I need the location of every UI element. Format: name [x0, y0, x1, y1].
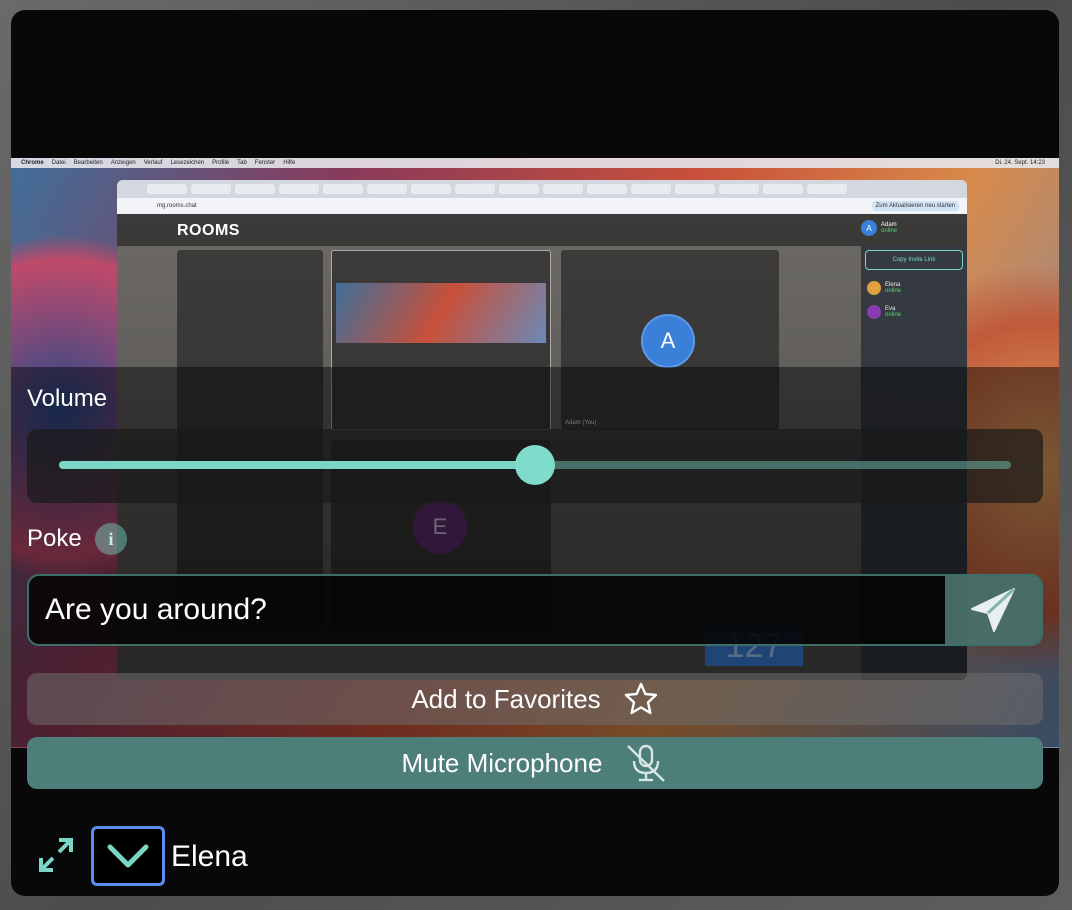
- volume-slider-thumb[interactable]: [515, 445, 555, 485]
- avatar: A: [641, 314, 695, 368]
- volume-slider[interactable]: [59, 445, 1011, 485]
- mute-microphone-button[interactable]: Mute Microphone: [27, 737, 1043, 789]
- microphone-off-icon: [627, 744, 666, 782]
- current-user: A Adam online: [860, 220, 897, 236]
- menubar-clock: Di. 24. Sept. 14:23: [995, 160, 1045, 166]
- menu-item: Anzeigen: [110, 160, 136, 166]
- url-text: mg.rooms.chat: [157, 203, 197, 209]
- nested-screen: [336, 283, 546, 343]
- add-to-favorites-button[interactable]: Add to Favorites: [27, 673, 1043, 725]
- mute-label: Mute Microphone: [401, 747, 603, 778]
- collapse-button[interactable]: [91, 826, 165, 886]
- send-button[interactable]: [945, 576, 1041, 644]
- menu-item: Lesezeichen: [170, 160, 205, 166]
- participant-status: online: [885, 288, 902, 294]
- browser-tabs: [117, 180, 967, 198]
- volume-control: [27, 429, 1043, 503]
- menu-item: Profile: [212, 160, 230, 166]
- menu-item: Hilfe: [283, 160, 296, 166]
- volume-slider-fill: [59, 461, 535, 469]
- participant-status: online: [885, 312, 902, 318]
- poke-label: Poke: [27, 525, 82, 552]
- current-user-status: online: [880, 228, 897, 234]
- avatar: A: [860, 220, 877, 236]
- copy-invite-button: Copy Invite Link: [865, 250, 963, 270]
- paper-plane-icon: [971, 587, 1016, 632]
- participant-item: Elena online: [867, 278, 957, 298]
- avatar: [867, 305, 881, 319]
- menu-item: Chrome: [21, 160, 44, 166]
- poke-field: [27, 574, 1043, 646]
- participant-panel: Chrome Datei Bearbeiten Anzeigen Verlauf…: [11, 10, 1059, 896]
- update-button: Zum Aktualisieren neu starten: [871, 201, 959, 211]
- star-icon: [624, 682, 657, 715]
- rooms-header: ROOMS A Adam online: [117, 214, 967, 246]
- rooms-logo: ROOMS: [177, 222, 240, 239]
- info-icon[interactable]: i: [95, 523, 127, 555]
- participant-name: Elena: [171, 840, 248, 873]
- expand-icon[interactable]: [37, 836, 75, 874]
- participant-item: Eva online: [867, 302, 957, 322]
- menu-item: Tab: [237, 160, 247, 166]
- chevron-down-icon: [107, 844, 149, 868]
- address-bar: mg.rooms.chat Zum Aktualisieren neu star…: [117, 198, 967, 214]
- mac-menubar: Chrome Datei Bearbeiten Anzeigen Verlauf…: [11, 158, 1059, 168]
- avatar: [867, 281, 881, 295]
- menu-item: Bearbeiten: [73, 160, 103, 166]
- menu-item: Fenster: [254, 160, 276, 166]
- participant-footer: Elena: [11, 810, 1059, 896]
- volume-label: Volume: [27, 385, 108, 412]
- menu-item: Verlauf: [143, 160, 163, 166]
- favorites-label: Add to Favorites: [411, 683, 601, 714]
- poke-message-input[interactable]: [29, 576, 945, 644]
- menu-item: Datei: [51, 160, 66, 166]
